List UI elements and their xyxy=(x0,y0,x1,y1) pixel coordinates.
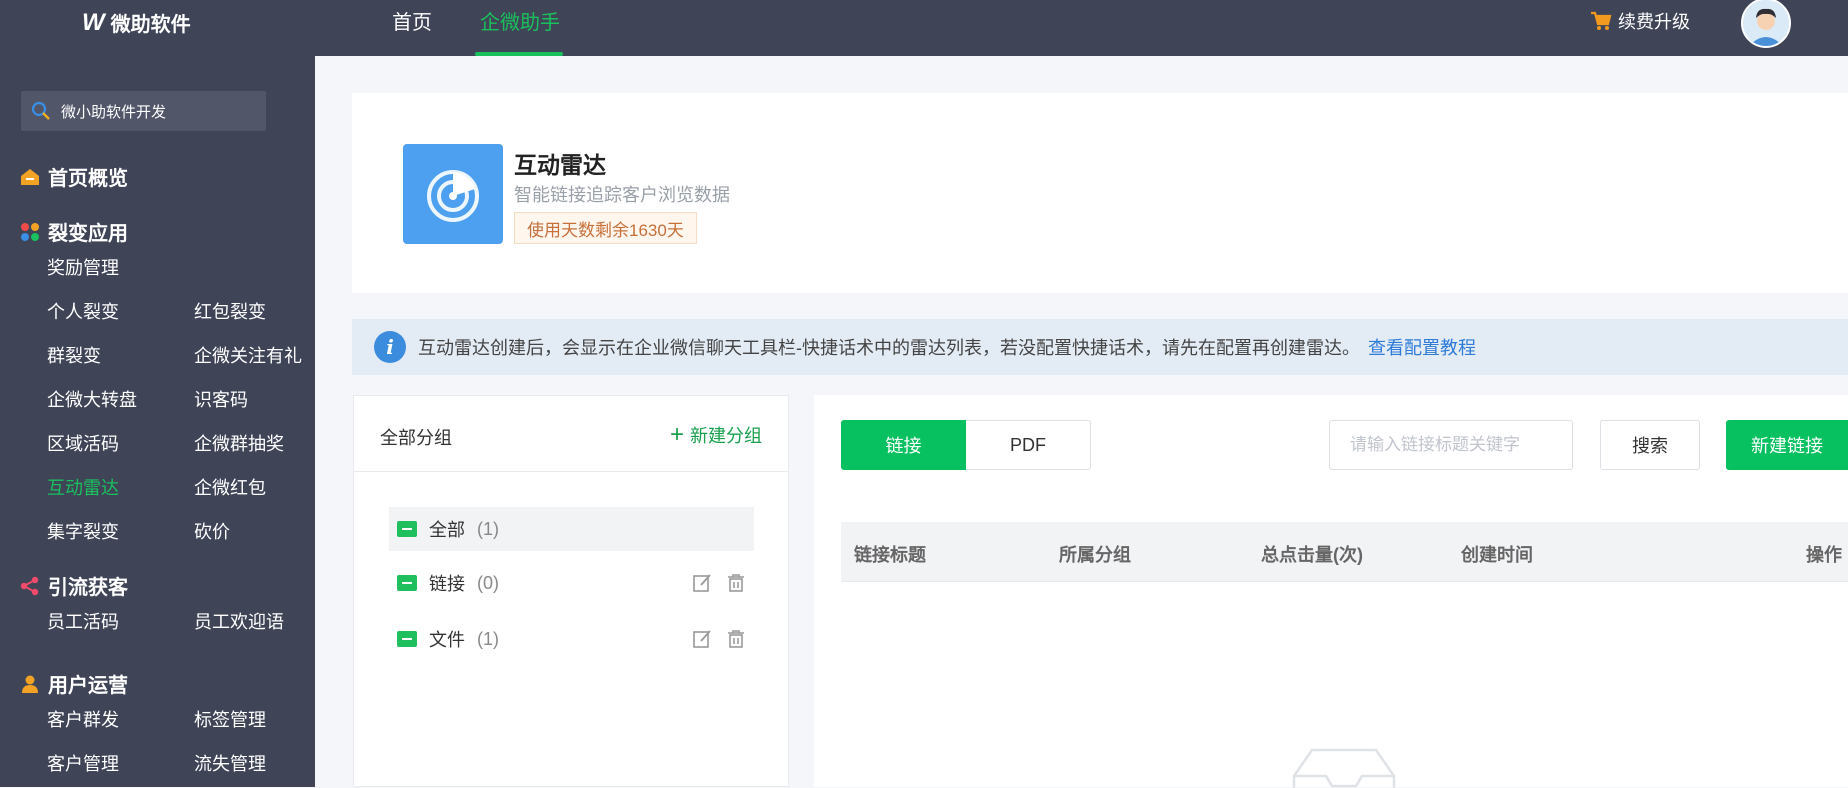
group-count: (1) xyxy=(477,518,499,539)
sidebar-item-mass-message[interactable]: 客户群发 xyxy=(47,706,119,732)
top-navbar: W 微助软件 首页 企微助手 续费升级 xyxy=(0,0,1848,56)
group-name: 文件 xyxy=(429,630,465,650)
info-icon: i xyxy=(374,331,406,363)
sidebar-item-region-code[interactable]: 区域活码 xyxy=(47,430,119,456)
sidebar-item-churn-management[interactable]: 流失管理 xyxy=(194,750,266,776)
radar-icon xyxy=(403,144,503,244)
type-tabs: 链接 PDF xyxy=(841,420,1091,470)
column-group: 所属分组 xyxy=(1059,545,1131,565)
sidebar-item-follow-gift[interactable]: 企微关注有礼 xyxy=(194,342,302,368)
sidebar-item-bargain[interactable]: 砍价 xyxy=(194,518,230,544)
sidebar-section-label: 裂变应用 xyxy=(48,223,128,245)
active-nav-indicator xyxy=(475,52,563,56)
plus-icon: + xyxy=(669,421,684,448)
sidebar: 微小助软件开发 首页概览 裂变应用 奖励管理 个人裂变 红包裂变 群裂变 企微关… xyxy=(0,56,315,787)
notice-text: 互动雷达创建后，会显示在企业微信聊天工具栏-快捷话术中的雷达列表，若没配置快捷话… xyxy=(418,334,1476,360)
sidebar-section-acquisition[interactable]: 引流获客 xyxy=(20,571,128,600)
info-notice: i 互动雷达创建后，会显示在企业微信聊天工具栏-快捷话术中的雷达列表，若没配置快… xyxy=(352,319,1848,375)
sidebar-item-wecom-redpacket[interactable]: 企微红包 xyxy=(194,474,266,500)
brand-name: 微助软件 xyxy=(110,14,191,36)
sidebar-section-label: 首页概览 xyxy=(48,168,128,190)
sidebar-section-label: 用户运营 xyxy=(48,675,128,697)
home-icon xyxy=(21,168,39,185)
group-item-file[interactable]: 文件 (1) xyxy=(389,617,754,661)
notice-message: 互动雷达创建后，会显示在企业微信聊天工具栏-快捷话术中的雷达列表，若没配置快捷话… xyxy=(418,338,1360,358)
new-link-button[interactable]: 新建链接 xyxy=(1726,420,1848,470)
tab-link[interactable]: 链接 xyxy=(841,420,966,470)
sidebar-item-reward-management[interactable]: 奖励管理 xyxy=(47,254,119,280)
column-total-clicks: 总点击量(次) xyxy=(1261,545,1363,565)
column-created-time: 创建时间 xyxy=(1461,545,1533,565)
share-icon xyxy=(20,576,39,595)
sidebar-item-group-fission[interactable]: 群裂变 xyxy=(47,342,101,368)
sidebar-item-tag-management[interactable]: 标签管理 xyxy=(194,706,266,732)
brand-logo[interactable]: W 微助软件 xyxy=(82,8,191,37)
user-icon xyxy=(22,675,38,693)
link-list-panel: 链接 PDF 搜索 新建链接 链接标题 所属分组 总点击量(次) 创建时间 操作 xyxy=(814,395,1848,788)
sidebar-item-customer-code[interactable]: 识客码 xyxy=(194,386,248,412)
brand-mark-icon: W xyxy=(82,8,105,36)
folder-icon xyxy=(397,521,417,537)
delete-icon[interactable] xyxy=(726,573,746,593)
group-count: (1) xyxy=(477,628,499,649)
group-panel-header: 全部分组 + 新建分组 xyxy=(354,396,788,472)
nav-wecom-assistant[interactable]: 企微助手 xyxy=(480,6,560,35)
folder-icon xyxy=(397,575,417,591)
link-title-search-input[interactable] xyxy=(1329,420,1573,470)
delete-icon[interactable] xyxy=(726,629,746,649)
sidebar-item-customer-management[interactable]: 客户管理 xyxy=(47,750,119,776)
sidebar-item-group-lottery[interactable]: 企微群抽奖 xyxy=(194,430,284,456)
group-item-all[interactable]: 全部 (1) xyxy=(389,507,754,551)
group-name: 链接 xyxy=(429,574,465,594)
group-name: 全部 xyxy=(429,520,465,540)
apps-icon xyxy=(21,222,39,241)
renew-upgrade-button[interactable]: 续费升级 xyxy=(1590,8,1690,34)
remaining-days-badge: 使用天数剩余1630天 xyxy=(514,212,697,244)
workspace-name: 微小助软件开发 xyxy=(61,103,167,121)
folder-icon xyxy=(397,631,417,647)
group-item-link[interactable]: 链接 (0) xyxy=(389,561,754,605)
all-groups-title: 全部分组 xyxy=(380,428,452,448)
app-subtitle: 智能链接追踪客户浏览数据 xyxy=(514,185,730,205)
group-count: (0) xyxy=(477,572,499,593)
search-icon xyxy=(31,101,50,120)
avatar[interactable] xyxy=(1741,0,1791,48)
config-tutorial-link[interactable]: 查看配置教程 xyxy=(1368,338,1476,358)
sidebar-section-label: 引流获客 xyxy=(48,577,128,599)
edit-icon[interactable] xyxy=(692,573,712,593)
column-link-title: 链接标题 xyxy=(854,545,926,565)
sidebar-item-wheel[interactable]: 企微大转盘 xyxy=(47,386,137,412)
sidebar-item-staff-code[interactable]: 员工活码 xyxy=(47,608,119,634)
sidebar-item-word-collect[interactable]: 集字裂变 xyxy=(47,518,119,544)
sidebar-item-welcome-msg[interactable]: 员工欢迎语 xyxy=(194,608,284,634)
edit-icon[interactable] xyxy=(692,629,712,649)
upgrade-label: 续费升级 xyxy=(1618,12,1690,32)
user-avatar-icon xyxy=(1743,0,1789,46)
sidebar-item-personal-fission[interactable]: 个人裂变 xyxy=(47,298,119,324)
new-group-label: 新建分组 xyxy=(690,426,762,446)
workspace-selector[interactable]: 微小助软件开发 xyxy=(21,91,266,131)
sidebar-section-user-ops[interactable]: 用户运营 xyxy=(20,669,128,698)
empty-box-icon xyxy=(1292,748,1396,788)
cart-icon xyxy=(1591,11,1612,30)
tab-pdf[interactable]: PDF xyxy=(966,420,1091,470)
sidebar-item-redpacket-fission[interactable]: 红包裂变 xyxy=(194,298,266,324)
sidebar-section-overview[interactable]: 首页概览 xyxy=(20,162,128,191)
sidebar-section-fission[interactable]: 裂变应用 xyxy=(20,217,128,246)
new-group-button[interactable]: + 新建分组 xyxy=(670,422,762,448)
search-button[interactable]: 搜索 xyxy=(1600,420,1700,470)
column-actions: 操作 xyxy=(1806,545,1842,565)
table-header: 链接标题 所属分组 总点击量(次) 创建时间 操作 xyxy=(841,522,1848,582)
app-title: 互动雷达 xyxy=(514,152,606,178)
sidebar-item-interactive-radar[interactable]: 互动雷达 xyxy=(47,474,119,500)
group-panel: 全部分组 + 新建分组 全部 (1) 链接 (0) 文件 (1) xyxy=(353,395,789,787)
nav-home[interactable]: 首页 xyxy=(392,6,432,35)
